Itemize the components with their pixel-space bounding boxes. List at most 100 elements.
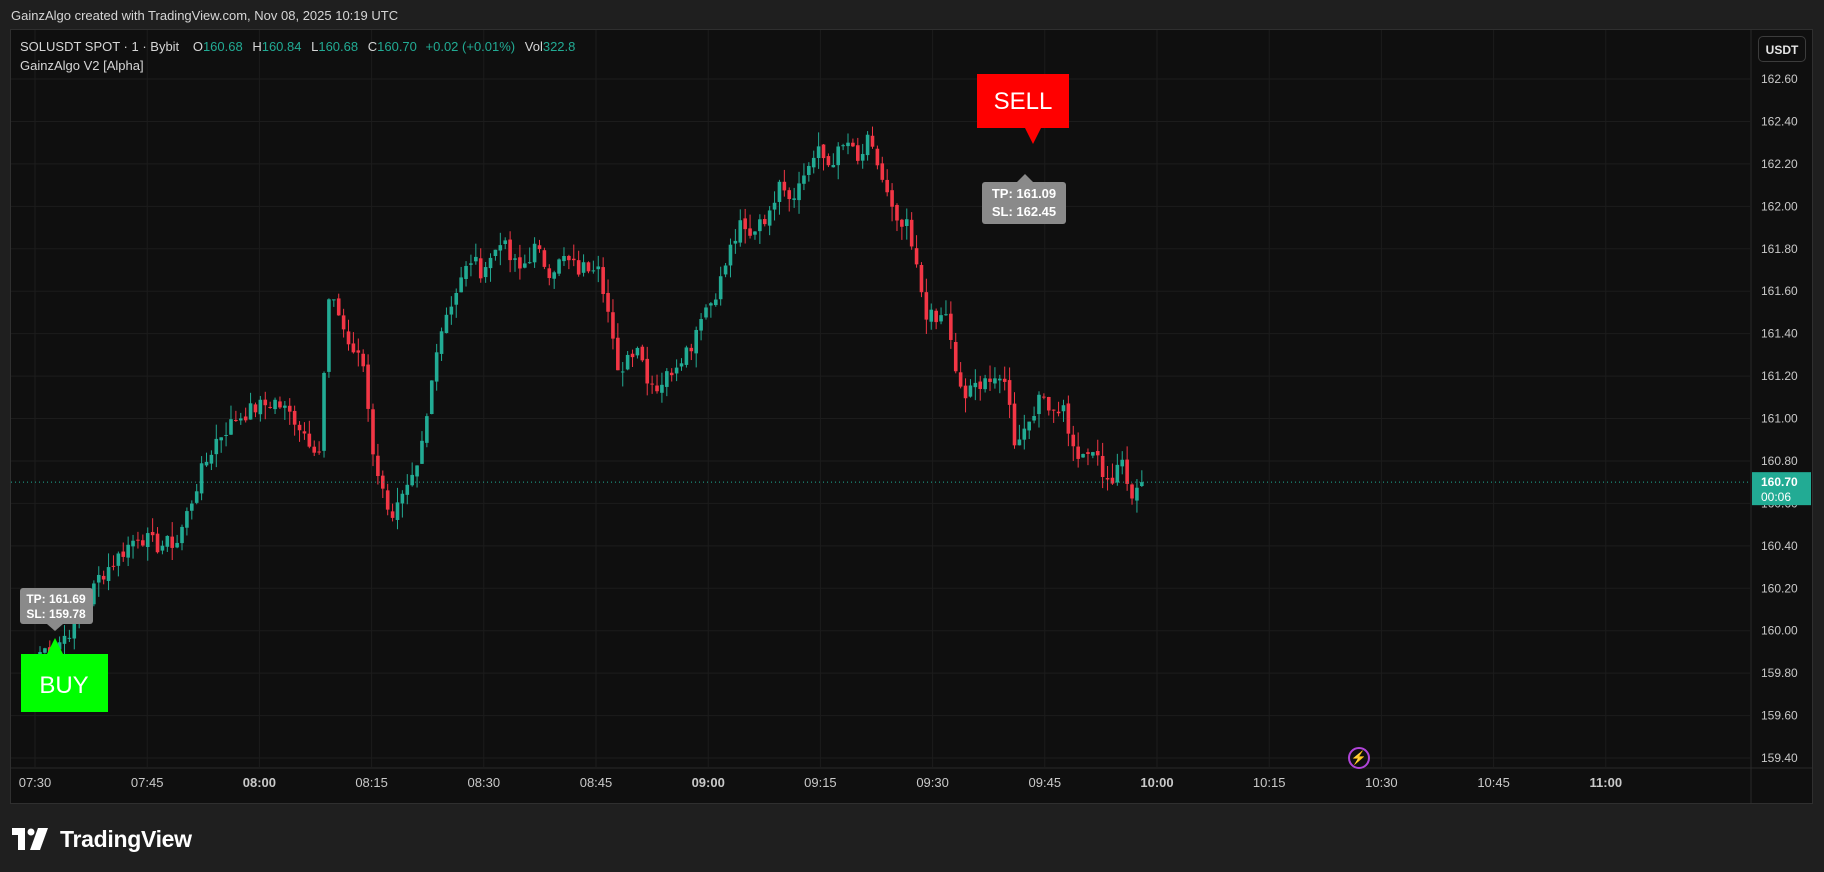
candle-body[interactable] xyxy=(547,268,552,279)
candle-body[interactable] xyxy=(155,533,160,553)
candle-body[interactable] xyxy=(968,385,973,397)
candle-body[interactable] xyxy=(1002,378,1007,382)
candle-body[interactable] xyxy=(175,542,179,548)
candle-body[interactable] xyxy=(317,451,321,453)
candle-body[interactable] xyxy=(43,648,47,653)
candle-body[interactable] xyxy=(214,438,219,455)
candle-body[interactable] xyxy=(777,181,782,202)
candle-body[interactable] xyxy=(1140,482,1144,486)
candle-body[interactable] xyxy=(762,219,767,225)
candle-body[interactable] xyxy=(674,367,679,374)
candle-body[interactable] xyxy=(508,239,512,261)
candle-body[interactable] xyxy=(1086,452,1090,454)
candle-body[interactable] xyxy=(199,463,204,494)
candle-body[interactable] xyxy=(758,219,762,232)
candle-body[interactable] xyxy=(767,210,772,226)
indicator-legend[interactable]: GainzAlgo V2 [Alpha] xyxy=(20,58,144,73)
candle-body[interactable] xyxy=(371,409,375,455)
candle-body[interactable] xyxy=(1066,403,1071,434)
candle-body[interactable] xyxy=(831,165,836,168)
candle-body[interactable] xyxy=(890,190,894,207)
candle-body[interactable] xyxy=(733,240,738,244)
candle-body[interactable] xyxy=(190,503,194,511)
candle-body[interactable] xyxy=(983,378,987,390)
candle-body[interactable] xyxy=(616,337,620,371)
candle-body[interactable] xyxy=(870,135,875,147)
candle-body[interactable] xyxy=(571,258,576,261)
candle-body[interactable] xyxy=(851,142,855,147)
candle-body[interactable] xyxy=(993,378,997,384)
candle-body[interactable] xyxy=(278,401,282,408)
candle-body[interactable] xyxy=(919,265,924,293)
candle-body[interactable] xyxy=(297,424,302,431)
candle-body[interactable] xyxy=(792,198,796,200)
candle-body[interactable] xyxy=(1081,454,1085,458)
candle-body[interactable] xyxy=(1071,434,1076,447)
candle-body[interactable] xyxy=(860,153,865,161)
symbol-name[interactable]: SOLUSDT SPOT · 1 · Bybit xyxy=(20,39,179,54)
candle-body[interactable] xyxy=(194,491,199,503)
symbol-legend[interactable]: SOLUSDT SPOT · 1 · Bybit O160.68 H160.84… xyxy=(20,39,575,54)
candle-body[interactable] xyxy=(748,228,752,236)
candle-body[interactable] xyxy=(62,635,67,644)
currency-button[interactable]: USDT xyxy=(1758,36,1806,62)
candle-body[interactable] xyxy=(395,502,400,520)
candle-body[interactable] xyxy=(160,545,165,551)
candle-body[interactable] xyxy=(410,474,414,486)
candle-body[interactable] xyxy=(988,378,992,382)
candle-body[interactable] xyxy=(150,531,155,536)
candle-body[interactable] xyxy=(341,315,346,330)
candle-body[interactable] xyxy=(1017,439,1022,446)
candle-body[interactable] xyxy=(689,347,694,352)
candle-body[interactable] xyxy=(356,350,361,353)
candle-body[interactable] xyxy=(1115,464,1120,483)
candle-body[interactable] xyxy=(728,244,733,266)
candle-body[interactable] xyxy=(797,183,801,201)
candle-body[interactable] xyxy=(537,245,542,250)
candle-body[interactable] xyxy=(1076,446,1080,459)
candle-body[interactable] xyxy=(944,314,948,316)
candle-body[interactable] xyxy=(802,175,806,184)
candle-body[interactable] xyxy=(258,399,263,415)
candle-body[interactable] xyxy=(513,258,517,260)
candle-body[interactable] xyxy=(444,314,449,334)
candle-body[interactable] xyxy=(429,380,434,415)
candle-body[interactable] xyxy=(307,433,312,447)
candle-body[interactable] xyxy=(405,484,410,495)
candle-body[interactable] xyxy=(909,219,914,247)
candle-body[interactable] xyxy=(346,331,351,345)
candle-body[interactable] xyxy=(958,372,963,387)
candle-body[interactable] xyxy=(145,533,150,548)
candle-body[interactable] xyxy=(699,319,703,331)
candle-body[interactable] xyxy=(625,354,630,370)
candle-body[interactable] xyxy=(434,352,439,382)
candle-body[interactable] xyxy=(327,299,331,372)
candle-body[interactable] xyxy=(914,248,919,265)
candle-body[interactable] xyxy=(895,204,899,221)
candle-body[interactable] xyxy=(248,403,253,420)
candle-body[interactable] xyxy=(753,231,757,235)
candle-body[interactable] xyxy=(503,240,508,245)
candle-body[interactable] xyxy=(581,262,586,273)
candle-body[interactable] xyxy=(415,465,419,477)
candle-body[interactable] xyxy=(474,256,478,262)
candle-body[interactable] xyxy=(312,446,317,453)
candle-body[interactable] xyxy=(1012,403,1017,446)
candle-body[interactable] xyxy=(787,190,792,200)
candle-body[interactable] xyxy=(292,410,297,425)
candle-body[interactable] xyxy=(1051,409,1056,411)
candle-body[interactable] xyxy=(998,378,1002,381)
candle-body[interactable] xyxy=(380,475,385,489)
candle-body[interactable] xyxy=(420,440,424,464)
candle-body[interactable] xyxy=(723,265,728,275)
candle-body[interactable] xyxy=(96,574,101,583)
candle-body[interactable] xyxy=(464,265,468,279)
candle-body[interactable] xyxy=(1095,450,1100,456)
candlestick-chart[interactable]: 162.60 162.40 162.20 162.00 161.80 161.60 161.… xyxy=(11,30,1812,803)
candle-body[interactable] xyxy=(821,144,826,159)
candle-body[interactable] xyxy=(738,220,743,243)
candle-body[interactable] xyxy=(562,256,566,262)
candle-body[interactable] xyxy=(400,493,405,504)
candle-body[interactable] xyxy=(253,404,258,413)
candle-body[interactable] xyxy=(121,551,126,557)
